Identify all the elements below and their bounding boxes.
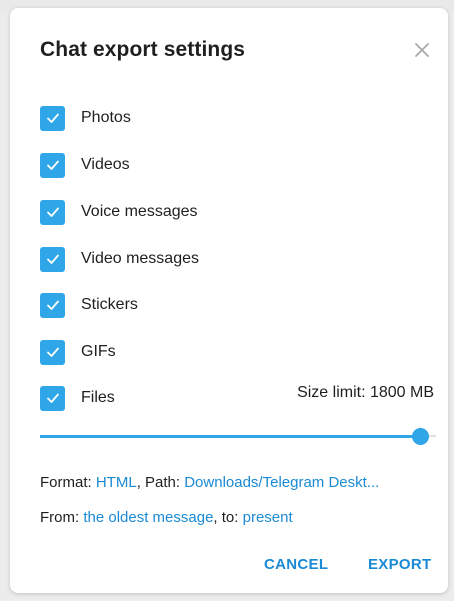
option-label: GIFs: [81, 343, 116, 360]
to-link[interactable]: present: [243, 509, 293, 526]
option-label: Voice messages: [81, 203, 198, 220]
checkbox-stickers[interactable]: [40, 292, 65, 318]
check-icon: [46, 347, 59, 357]
option-label: Video messages: [81, 250, 199, 267]
dialog-title: Chat export settings: [40, 38, 246, 61]
cancel-button[interactable]: CANCEL: [264, 556, 328, 573]
format-path-line: Format: HTML, Path: Downloads/Telegram D…: [40, 474, 379, 491]
check-icon: [46, 207, 59, 217]
check-icon: [46, 113, 59, 123]
close-icon[interactable]: [410, 38, 434, 62]
date-range-line: From: the oldest message, to: present: [40, 509, 293, 526]
option-video-messages[interactable]: Video messages: [40, 245, 430, 273]
option-label: Photos: [81, 109, 131, 126]
check-icon: [46, 254, 59, 264]
export-settings-dialog: Chat export settings Photos Videos Voice…: [10, 8, 448, 593]
size-limit-label: Size limit: 1800 MB: [297, 384, 434, 401]
option-stickers[interactable]: Stickers: [40, 291, 430, 319]
export-button[interactable]: EXPORT: [368, 556, 431, 573]
check-icon: [46, 160, 59, 170]
from-link[interactable]: the oldest message: [83, 509, 213, 526]
format-link[interactable]: HTML: [96, 474, 137, 491]
format-prefix: Format:: [40, 474, 96, 491]
slider-fill: [40, 435, 421, 438]
option-photos[interactable]: Photos: [40, 104, 430, 132]
checkbox-gifs[interactable]: [40, 339, 65, 365]
size-limit-slider[interactable]: [40, 426, 436, 446]
option-label: Stickers: [81, 296, 138, 313]
check-icon: [46, 300, 59, 310]
option-videos[interactable]: Videos: [40, 151, 430, 179]
option-gifs[interactable]: GIFs: [40, 338, 430, 366]
option-voice-messages[interactable]: Voice messages: [40, 198, 430, 226]
option-label: Files: [81, 389, 115, 406]
checkbox-video-messages[interactable]: [40, 246, 65, 272]
slider-thumb[interactable]: [412, 428, 430, 445]
check-icon: [46, 393, 59, 403]
checkbox-photos[interactable]: [40, 105, 65, 131]
checkbox-videos[interactable]: [40, 152, 65, 178]
checkbox-voice-messages[interactable]: [40, 199, 65, 225]
path-prefix: , Path:: [136, 474, 185, 491]
to-prefix: , to:: [213, 509, 243, 526]
checkbox-files[interactable]: [40, 385, 65, 411]
option-label: Videos: [81, 156, 130, 173]
path-link[interactable]: Downloads/Telegram Deskt...: [184, 474, 379, 491]
from-prefix: From:: [40, 509, 84, 526]
